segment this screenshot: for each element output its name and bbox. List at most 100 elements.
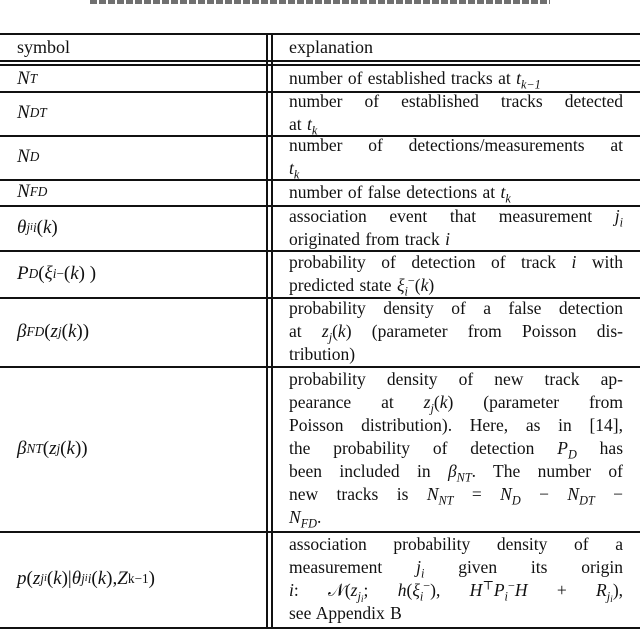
math-segment: N <box>17 181 30 202</box>
math-segment: θ <box>17 216 27 238</box>
math-segment: : 𝒩( <box>293 580 351 600</box>
math-segment: k <box>337 321 346 341</box>
math-segment: ), <box>430 580 470 600</box>
math-segment: Poisson distribution). Here, as in [14], <box>289 415 623 435</box>
math-segment: )| <box>61 568 72 589</box>
math-segment: k <box>70 262 79 284</box>
math-segment: Z <box>117 568 128 589</box>
table-row: N T number of established tracks at tk−1 <box>0 66 640 91</box>
math-segment: probability density of a false detection <box>289 298 623 318</box>
math-segment: R <box>596 580 607 600</box>
explanation-line: the probability of detection PD has <box>289 437 623 460</box>
math-segment: N <box>17 67 30 89</box>
row-symbol: N FD <box>17 181 48 202</box>
math-segment: ) <box>148 568 155 589</box>
math-segment: N <box>567 484 580 504</box>
math-segment: ) <box>428 274 435 295</box>
table-row: N FD number of false detections at tk <box>0 179 640 205</box>
header-explanation: explanation <box>289 37 373 57</box>
row-explanation: probability density of a false detection… <box>289 297 623 366</box>
math-segment: p <box>17 568 27 589</box>
math-segment: originated from track <box>289 228 446 249</box>
math-segment: FD <box>300 516 318 531</box>
explanation-line: tk <box>289 157 623 180</box>
header-symbol: symbol <box>17 37 71 57</box>
math-segment: β <box>447 461 457 481</box>
explanation-line: i: 𝒩(zji; h(ξi−), H⊤Pi−H + Rji), <box>289 578 624 604</box>
explanation-line: originated from track i <box>289 228 623 251</box>
math-segment: measurement <box>289 557 417 577</box>
math-segment: ) (parameter from <box>447 392 624 412</box>
math-segment: ξ <box>44 262 53 284</box>
math-segment: number of detections/measurements at <box>289 135 623 155</box>
header-rule <box>0 60 640 62</box>
explanation-line: been included in βNT. The number of <box>289 460 623 483</box>
row-symbol: θ j i i(k) <box>17 216 58 238</box>
explanation-line: NFD. <box>289 506 623 529</box>
math-segment: ) <box>51 216 58 238</box>
math-segment: P <box>493 580 505 600</box>
math-segment: N <box>289 507 301 527</box>
explanation-line: association probability density of a <box>289 533 623 556</box>
math-segment: k <box>42 216 52 238</box>
math-segment: new tracks is <box>289 484 427 504</box>
table-row: PD ( ξ i −(k) ) probability of detection of… <box>0 250 640 297</box>
row-symbol: p (z j i(k)| θ j i i(k), Zk−1) <box>17 568 155 589</box>
row-symbol: PD ( ξ i −(k) ) <box>17 262 97 284</box>
math-segment: ), <box>612 580 624 600</box>
math-segment: at <box>289 114 308 134</box>
math-segment: − <box>520 484 568 504</box>
math-segment: − <box>594 484 624 504</box>
explanation-line: new tracks is NNT = ND − NDT − <box>289 483 623 506</box>
math-segment: N <box>17 146 30 167</box>
math-segment: P <box>557 438 568 458</box>
math-segment: k <box>439 392 448 412</box>
math-segment: ⊤ <box>482 578 494 593</box>
math-segment: z <box>50 320 58 342</box>
math-segment: N <box>500 484 512 504</box>
explanation-line: predicted state ξi−(k) <box>289 274 623 297</box>
math-segment: P <box>17 262 29 284</box>
explanation-line: number of false detections at tk <box>289 181 623 204</box>
explanation-line: see Appendix B <box>289 602 623 625</box>
math-segment: number of established tracks at <box>289 68 517 88</box>
math-segment: predicted state <box>289 274 397 295</box>
math-segment: − <box>407 272 415 287</box>
explanation-line: at tk <box>289 113 623 136</box>
row-explanation: number of false detections at tk <box>289 179 623 205</box>
math-segment: been included in <box>289 461 448 481</box>
explanation-line: probability of detection of track i with <box>289 251 623 274</box>
math-segment: association event that measurement <box>289 205 615 226</box>
table-row: θ j i i(k) association event that measuremen… <box>0 205 640 250</box>
math-segment: pearance at <box>289 392 424 412</box>
math-segment: probability density of new track ap- <box>289 369 623 389</box>
math-segment: number of established tracks detected <box>289 91 623 111</box>
math-segment: H <box>469 580 483 600</box>
row-symbol: ND <box>17 146 40 167</box>
math-segment: z <box>321 321 329 341</box>
explanation-line: number of established tracks at tk−1 <box>289 67 623 90</box>
math-segment: k <box>505 190 511 205</box>
math-segment: θ <box>71 568 82 589</box>
math-segment: )) <box>74 437 88 459</box>
explanation-line: association event that measurement ji <box>289 205 623 228</box>
math-segment: association probability density of a <box>289 534 623 554</box>
math-segment: H <box>514 580 528 600</box>
row-symbol: β FD (z j(k)) <box>17 320 90 342</box>
explanation-line: measurement ji given its origin <box>289 556 623 579</box>
explanation-line: at zj(k) (parameter from Poisson dis- <box>289 320 623 343</box>
table-row: β NT (z j(k)) probability density of new tr… <box>0 366 640 531</box>
row-symbol: NT <box>17 67 38 89</box>
math-segment: probability of detection of track <box>289 251 572 272</box>
table-caption-cropped <box>90 0 550 4</box>
math-segment: ), <box>106 568 118 589</box>
row-symbol: β NT (z j(k)) <box>17 437 88 459</box>
math-segment: . The number of <box>471 461 623 481</box>
row-explanation: probability density of new track ap-pear… <box>289 366 623 531</box>
explanation-line: number of detections/measurements at <box>289 134 623 157</box>
explanation-line: probability density of new track ap- <box>289 368 623 391</box>
math-segment: + <box>527 580 597 600</box>
explanation-line: pearance at zj(k) (parameter from <box>289 391 623 414</box>
row-explanation: association event that measurement ji ori… <box>289 205 623 250</box>
math-segment: k <box>67 320 77 342</box>
